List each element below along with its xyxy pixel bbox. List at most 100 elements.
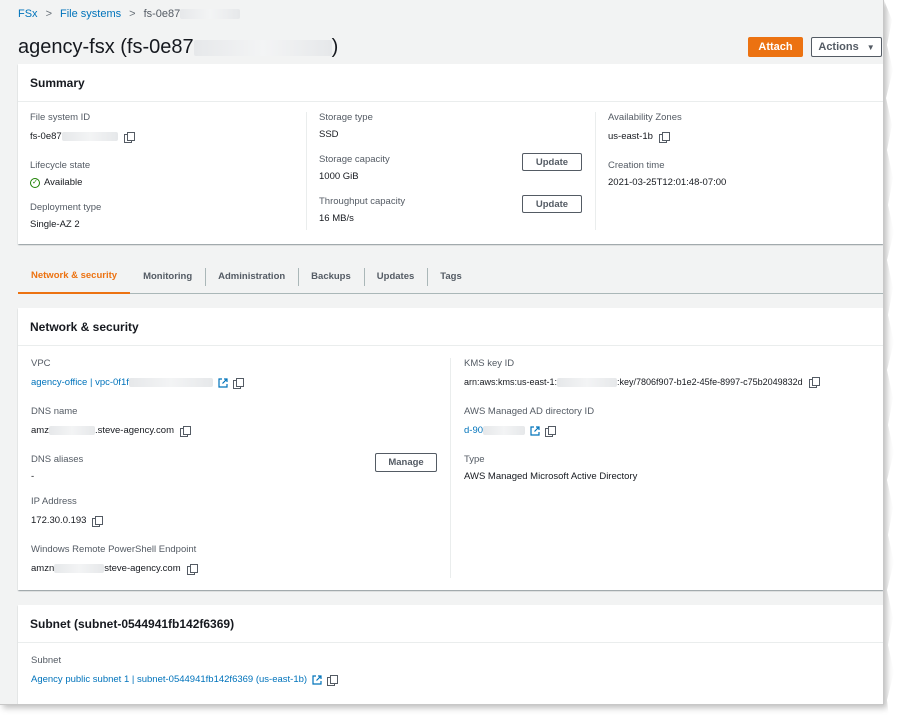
network-header: Network & security: [18, 308, 883, 346]
tab-monitoring[interactable]: Monitoring: [130, 260, 205, 294]
caret-down-icon: ▼: [866, 42, 875, 52]
subnet-label: Subnet: [31, 655, 62, 666]
chevron-right-icon: >: [45, 8, 52, 20]
summary-panel: Summary File system ID fs-0e87 Lifecycle…: [18, 64, 883, 244]
update-throughput-button[interactable]: Update: [522, 195, 582, 213]
kms-key-value: arn:aws:kms:us-east-1::key/7806f907-b1e2…: [464, 377, 820, 389]
redacted-block: [483, 425, 526, 435]
tab-backups[interactable]: Backups: [298, 260, 364, 294]
external-link-icon[interactable]: [530, 425, 540, 436]
redacted-block: [180, 9, 241, 20]
breadcrumb-current: fs-0e87: [144, 8, 241, 20]
redacted-block: [61, 131, 118, 141]
file-system-id-field: File system ID fs-0e87: [30, 112, 135, 143]
torn-edge-decoration: [884, 0, 910, 725]
ip-address-text: 172.30.0.193: [31, 515, 87, 526]
check-circle-icon: ✓: [30, 177, 40, 188]
storage-type-field: Storage type SSD: [319, 112, 373, 140]
vpc-field: VPC agency-office | vpc-0f1f: [31, 358, 244, 389]
lifecycle-label: Lifecycle state: [30, 160, 91, 171]
dns-name-label: DNS name: [31, 406, 78, 417]
file-system-id-label: File system ID: [30, 112, 91, 123]
kms-key-field: KMS key ID arn:aws:kms:us-east-1::key/78…: [464, 358, 820, 389]
vpc-value: agency-office | vpc-0f1f: [31, 377, 244, 389]
breadcrumb-current-label: fs-0e87: [143, 8, 181, 20]
kms-suffix: :key/7806f907-b1e2-45fe-8997-c75b2049832…: [617, 377, 803, 387]
tab-tags[interactable]: Tags: [427, 260, 474, 294]
copy-icon[interactable]: [327, 674, 339, 686]
throughput-field: Throughput capacity 16 MB/s: [319, 196, 405, 224]
update-storage-button[interactable]: Update: [522, 153, 582, 171]
redacted-block: [48, 425, 95, 435]
powershell-endpoint-label: Windows Remote PowerShell Endpoint: [31, 544, 197, 555]
dns-name-field: DNS name amz .steve-agency.com: [31, 406, 191, 437]
powershell-endpoint-value: amzn steve-agency.com: [31, 563, 198, 575]
file-system-id-text: fs-0e87: [30, 131, 62, 142]
summary-title: Summary: [30, 75, 85, 90]
subnet-link[interactable]: Agency public subnet 1 | subnet-0544941f…: [31, 674, 307, 685]
creation-value: 2021-03-25T12:01:48-07:00: [608, 177, 727, 188]
file-system-id-value: fs-0e87: [30, 131, 135, 143]
actions-button[interactable]: Actions ▼: [811, 37, 882, 57]
page-title-suffix: ): [331, 36, 339, 58]
storage-capacity-value: 1000 GiB: [319, 171, 359, 182]
copy-icon[interactable]: [545, 425, 557, 437]
redacted-block: [557, 378, 618, 388]
ip-address-label: IP Address: [31, 496, 77, 507]
redacted-block: [54, 563, 105, 573]
subnet-field: Subnet Agency public subnet 1 | subnet-0…: [31, 655, 339, 686]
actions-label: Actions: [818, 41, 859, 53]
throughput-value: 16 MB/s: [319, 213, 354, 224]
powershell-endpoint-field: Windows Remote PowerShell Endpoint amzn s…: [31, 544, 198, 575]
breadcrumb-file-systems[interactable]: File systems: [60, 8, 121, 20]
deployment-label: Deployment type: [30, 202, 102, 213]
summary-header: Summary: [18, 64, 883, 102]
az-text: us-east-1b: [608, 131, 653, 142]
external-link-icon[interactable]: [218, 377, 228, 388]
type-field: Type AWS Managed Microsoft Active Direct…: [464, 454, 637, 482]
az-value: us-east-1b: [608, 131, 682, 143]
dns-aliases-label: DNS aliases: [31, 454, 84, 465]
ps-prefix: amzn: [31, 563, 55, 574]
kms-key-label: KMS key ID: [464, 358, 515, 369]
storage-capacity-field: Storage capacity 1000 GiB: [319, 154, 390, 182]
copy-icon[interactable]: [186, 563, 198, 575]
tab-network-security[interactable]: Network & security: [18, 260, 131, 294]
column-divider: [306, 112, 307, 230]
external-link-icon[interactable]: [312, 674, 322, 685]
copy-icon[interactable]: [658, 131, 670, 143]
lifecycle-field: Lifecycle state ✓ Available: [30, 160, 90, 188]
dns-name-value: amz .steve-agency.com: [31, 425, 191, 437]
copy-icon[interactable]: [232, 377, 244, 389]
creation-label: Creation time: [608, 160, 665, 171]
ad-directory-link[interactable]: d-90: [464, 425, 526, 436]
az-label: Availability Zones: [608, 112, 682, 123]
attach-button[interactable]: Attach: [748, 37, 803, 57]
ps-suffix: steve-agency.com: [104, 563, 181, 574]
deployment-value: Single-AZ 2: [30, 219, 80, 230]
fsx-console-page: FSx > File systems > fs-0e87 agency-fsx …: [0, 0, 884, 705]
tab-updates[interactable]: Updates: [363, 260, 427, 294]
column-divider: [595, 112, 596, 230]
storage-type-value: SSD: [319, 129, 339, 140]
ad-directory-label: AWS Managed AD directory ID: [464, 406, 595, 417]
lifecycle-value: ✓ Available: [30, 177, 90, 188]
tab-bar: Network & security Monitoring Administra…: [18, 260, 883, 294]
type-label: Type: [464, 454, 485, 465]
network-security-panel: Network & security VPC agency-office | v…: [18, 308, 883, 590]
subnet-header: Subnet (subnet-0544941fb142f6369): [18, 605, 883, 643]
copy-icon[interactable]: [92, 515, 104, 527]
copy-icon[interactable]: [808, 377, 820, 389]
network-title: Network & security: [30, 319, 139, 334]
copy-icon[interactable]: [179, 425, 191, 437]
page-title-text: agency-fsx (fs-0e87: [18, 36, 194, 58]
vpc-link[interactable]: agency-office | vpc-0f1f: [31, 377, 213, 388]
manage-aliases-button[interactable]: Manage: [375, 453, 437, 472]
breadcrumb-fsx[interactable]: FSx: [18, 8, 38, 20]
copy-icon[interactable]: [123, 131, 135, 143]
vpc-link-text: agency-office | vpc-0f1f: [31, 377, 129, 388]
redacted-block: [128, 377, 213, 387]
tab-administration[interactable]: Administration: [205, 260, 298, 294]
ip-address-field: IP Address 172.30.0.193: [31, 496, 104, 527]
ad-directory-value: d-90: [464, 425, 594, 437]
